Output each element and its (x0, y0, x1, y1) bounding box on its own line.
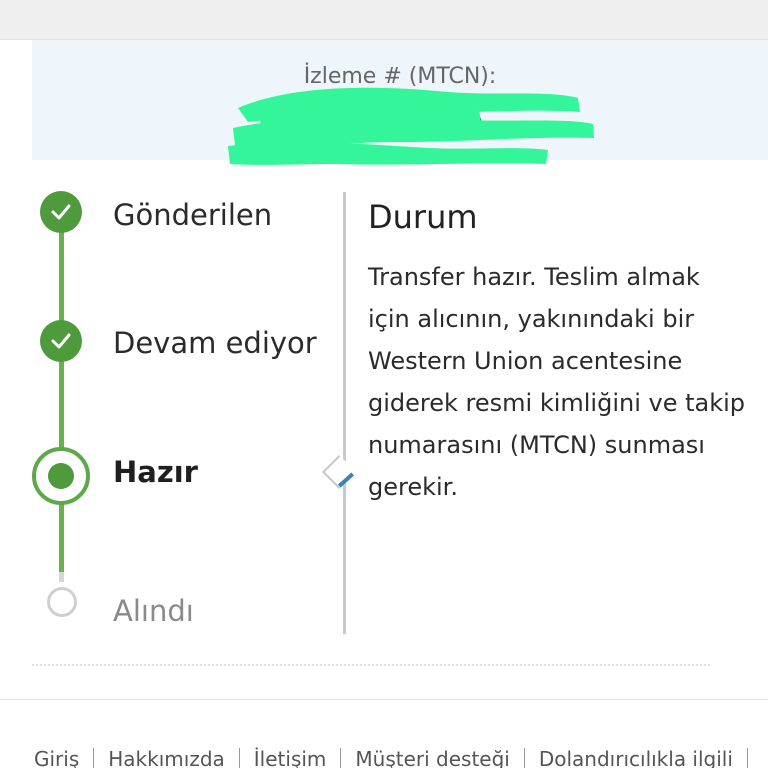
transfer-progress-timeline: Gönderilen Devam ediyor Hazır Alındı Dur… (0, 160, 768, 660)
footer-link-fraud[interactable]: Dolandırıcılıkla ilgili (539, 747, 733, 768)
step-sent-marker (40, 191, 82, 233)
progress-line (59, 212, 64, 572)
footer-divider (340, 748, 342, 768)
step-in-progress-label: Devam ediyor (113, 326, 317, 360)
dotted-separator (32, 664, 710, 666)
step-sent-label: Gönderilen (113, 198, 273, 232)
footer-link-contact[interactable]: İletişim (254, 747, 327, 768)
browser-top-bar (0, 0, 768, 40)
check-icon (51, 333, 71, 349)
footer-link-about[interactable]: Hakkımızda (108, 747, 225, 768)
step-ready-marker (32, 447, 90, 505)
radio-filled-icon (48, 463, 74, 489)
step-in-progress-marker (40, 320, 82, 362)
status-title: Durum (368, 198, 478, 236)
progress-line-remaining (59, 572, 64, 582)
footer-link-login[interactable]: Giriş (34, 747, 79, 768)
timeline-divider (343, 192, 346, 634)
step-ready-label: Hazır (113, 455, 198, 489)
radio-empty-icon (47, 587, 77, 617)
check-icon (51, 204, 71, 220)
footer-divider (238, 748, 240, 768)
footer-nav: Giriş Hakkımızda İletişim Müşteri desteğ… (34, 744, 762, 768)
footer-separator (0, 699, 768, 700)
redaction-scribble (228, 87, 594, 165)
footer-link-support[interactable]: Müşteri desteği (355, 747, 509, 768)
status-description: Transfer hazır. Teslim almak için alıcın… (368, 263, 746, 501)
step-received-label: Alındı (113, 594, 194, 628)
footer-divider (746, 748, 748, 768)
footer-divider (523, 748, 525, 768)
footer-divider (93, 748, 95, 768)
